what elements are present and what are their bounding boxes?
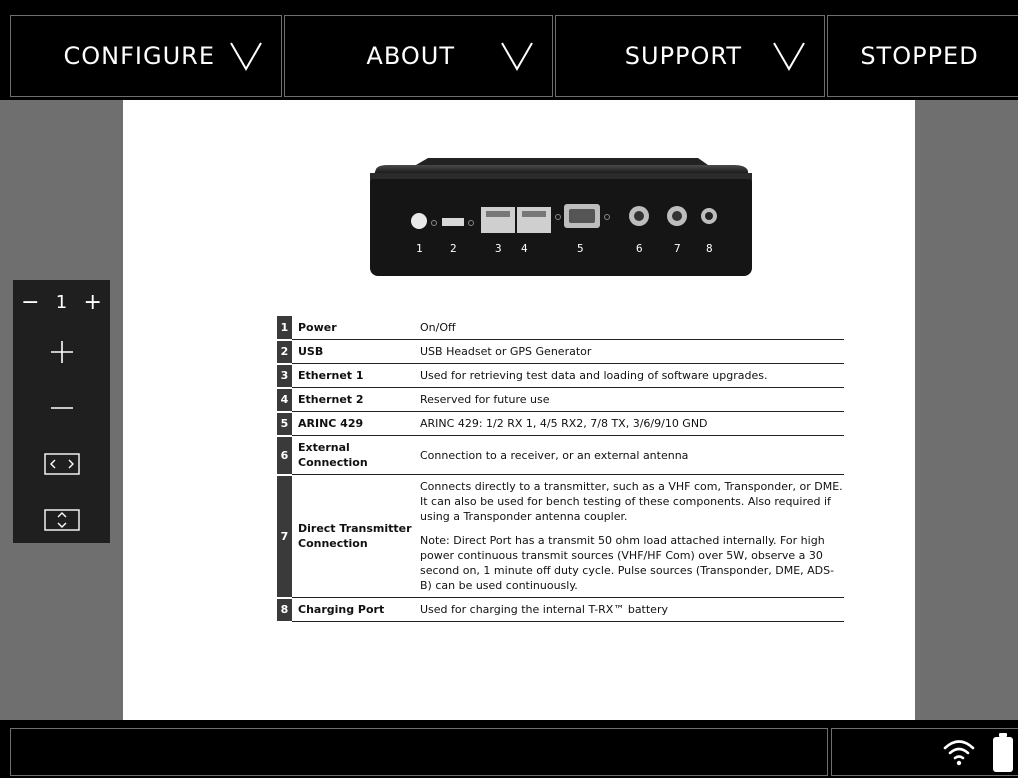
page-number: 1	[55, 291, 68, 313]
chevron-down-icon	[773, 42, 805, 71]
row-number: 5	[277, 411, 292, 437]
row-number: 6	[277, 435, 292, 476]
port-name: Power	[292, 316, 418, 340]
port-number-label: 1	[416, 242, 423, 255]
port-name: Direct Transmitter Connection	[292, 474, 418, 598]
port-number-label: 8	[706, 242, 713, 255]
fit-width-button[interactable]	[13, 436, 110, 492]
fit-height-button[interactable]	[13, 492, 110, 548]
chevron-down-icon	[230, 42, 262, 71]
port-description-cell: Connects directly to a transmitter, such…	[418, 474, 844, 598]
bottom-status-bar	[0, 720, 1018, 778]
table-row: 1 Power On/Off	[277, 316, 844, 341]
row-number: 7	[277, 474, 292, 599]
fit-height-icon	[43, 509, 80, 531]
port-number-label: 5	[577, 242, 584, 255]
port-description: On/Off	[418, 316, 844, 340]
port-description: Used for charging the internal T-RX™ bat…	[418, 597, 844, 622]
table-row: 3 Ethernet 1 Used for retrieving test da…	[277, 363, 844, 389]
row-number: 8	[277, 597, 292, 623]
plus-icon	[50, 341, 73, 363]
row-number: 2	[277, 339, 292, 365]
about-label: ABOUT	[366, 42, 455, 70]
chevron-down-icon	[501, 42, 533, 71]
document-page: 1 2 3 4 5 6 7 8 1 Power On/Off 2 USB USB…	[123, 100, 915, 720]
zoom-out-button[interactable]	[13, 380, 110, 436]
row-number: 1	[277, 316, 292, 341]
fit-width-icon	[43, 453, 80, 475]
port-description: ARINC 429: 1/2 RX 1, 4/5 RX2, 7/8 TX, 3/…	[418, 411, 844, 436]
status-message-area	[10, 728, 828, 776]
port-description-note: Note: Direct Port has a transmit 50 ohm …	[420, 534, 835, 592]
zoom-controls-panel: − 1 +	[13, 280, 110, 543]
table-row: 4 Ethernet 2 Reserved for future use	[277, 387, 844, 413]
previous-page-button[interactable]: −	[21, 290, 39, 315]
port-description: Connects directly to a transmitter, such…	[420, 480, 843, 523]
table-row: 2 USB USB Headset or GPS Generator	[277, 339, 844, 365]
port-number-label: 2	[450, 242, 457, 255]
top-navigation-bar: CONFIGURE ABOUT SUPPORT STOPPED	[0, 0, 1018, 100]
configure-label: CONFIGURE	[63, 42, 215, 70]
port-spec-table: 1 Power On/Off 2 USB USB Headset or GPS …	[277, 316, 844, 623]
run-status-button[interactable]: STOPPED	[827, 15, 1018, 97]
table-row: 7 Direct Transmitter Connection Connects…	[277, 474, 844, 599]
wifi-icon	[943, 740, 975, 766]
next-page-button[interactable]: +	[83, 290, 101, 315]
support-label: SUPPORT	[624, 42, 742, 70]
document-viewer: 1 2 3 4 5 6 7 8 1 Power On/Off 2 USB USB…	[0, 100, 1018, 720]
port-number-label: 3	[495, 242, 502, 255]
zoom-in-button[interactable]	[13, 324, 110, 380]
port-description: USB Headset or GPS Generator	[418, 339, 844, 364]
minus-icon	[50, 407, 73, 409]
port-name: USB	[292, 339, 418, 364]
row-number: 3	[277, 363, 292, 389]
table-row: 5 ARINC 429 ARINC 429: 1/2 RX 1, 4/5 RX2…	[277, 411, 844, 437]
run-status-label: STOPPED	[860, 42, 979, 70]
port-name: ARINC 429	[292, 411, 418, 436]
device-rear-panel-image: 1 2 3 4 5 6 7 8	[370, 158, 752, 276]
table-row: 8 Charging Port Used for charging the in…	[277, 597, 844, 623]
page-stepper: − 1 +	[13, 280, 110, 324]
port-description: Reserved for future use	[418, 387, 844, 412]
port-name: Charging Port	[292, 597, 418, 622]
port-name: Ethernet 1	[292, 363, 418, 388]
table-row: 6 External Connection Connection to a re…	[277, 435, 844, 476]
port-number-label: 7	[674, 242, 681, 255]
configure-menu-button[interactable]: CONFIGURE	[10, 15, 282, 97]
port-number-label: 6	[636, 242, 643, 255]
port-description: Connection to a receiver, or an external…	[418, 435, 844, 475]
port-name: External Connection	[292, 435, 418, 475]
battery-icon	[993, 733, 1013, 772]
row-number: 4	[277, 387, 292, 413]
system-status-area	[831, 728, 1018, 776]
port-number-label: 4	[521, 242, 528, 255]
about-menu-button[interactable]: ABOUT	[284, 15, 553, 97]
port-description: Used for retrieving test data and loadin…	[418, 363, 844, 388]
support-menu-button[interactable]: SUPPORT	[555, 15, 825, 97]
port-name: Ethernet 2	[292, 387, 418, 412]
